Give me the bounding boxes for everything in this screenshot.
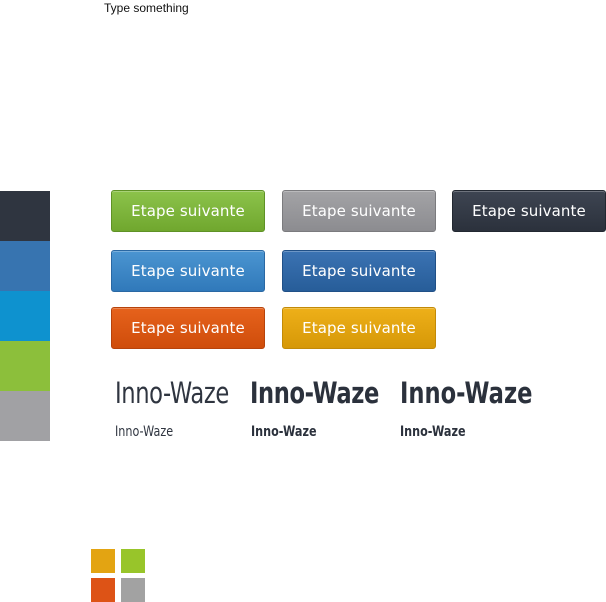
brand-title-light: Inno-Waze bbox=[115, 376, 229, 410]
swatch-cyan bbox=[0, 291, 50, 341]
logo-square-grey bbox=[121, 578, 145, 602]
brand-title-heavy: Inno-Waze bbox=[400, 376, 533, 410]
next-step-button-dark[interactable]: Etape suivante bbox=[452, 190, 606, 232]
next-step-button-blue[interactable]: Etape suivante bbox=[111, 250, 265, 292]
swatch-blue bbox=[0, 241, 50, 291]
swatch-grey bbox=[0, 391, 50, 441]
swatch-green bbox=[0, 341, 50, 391]
swatch-dark bbox=[0, 191, 50, 241]
logo-square-orange bbox=[91, 578, 115, 602]
next-step-button-navy[interactable]: Etape suivante bbox=[282, 250, 436, 292]
brand-subtitle-bold: Inno-Waze bbox=[251, 424, 317, 440]
next-step-button-orange[interactable]: Etape suivante bbox=[111, 307, 265, 349]
logo-square-green bbox=[121, 549, 145, 573]
brand-title-bold: Inno-Waze bbox=[250, 376, 379, 410]
next-step-button-green[interactable]: Etape suivante bbox=[111, 190, 265, 232]
brand-subtitle-heavy: Inno-Waze bbox=[400, 424, 466, 440]
header-text: Type something bbox=[104, 1, 189, 15]
next-step-button-grey[interactable]: Etape suivante bbox=[282, 190, 436, 232]
next-step-button-yellow[interactable]: Etape suivante bbox=[282, 307, 436, 349]
brand-subtitle-light: Inno-Waze bbox=[115, 424, 174, 440]
logo-square-yellow bbox=[91, 549, 115, 573]
